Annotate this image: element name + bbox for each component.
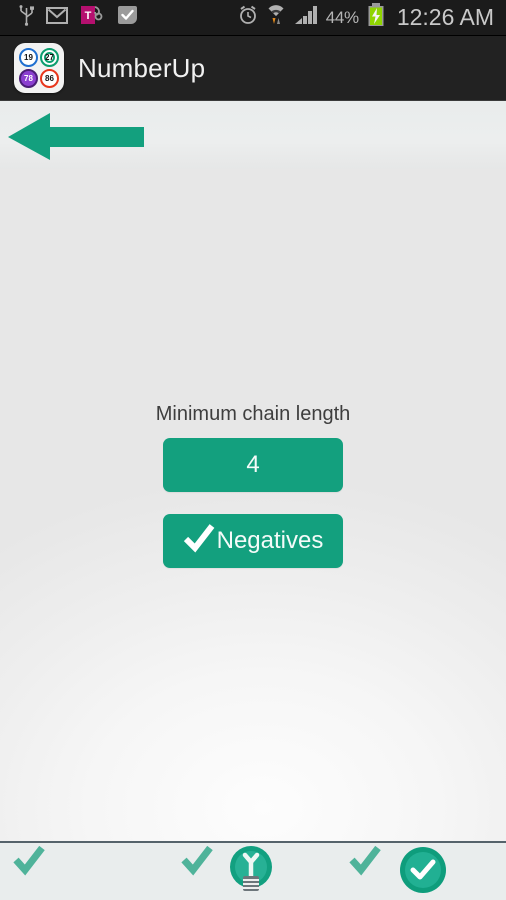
check-icon — [183, 523, 215, 560]
bottom-toolbar: Rem — [0, 841, 506, 900]
alarm-clock-icon — [238, 5, 258, 30]
battery-percent-label: 44% — [325, 8, 359, 27]
gmail-icon — [46, 6, 68, 29]
tmobile-tag-icon: T — [79, 3, 105, 32]
icon-ball-19: 19 — [19, 48, 38, 67]
status-bar-right-icons: 44% 12:26 AM — [238, 3, 506, 32]
check-icon-2[interactable] — [180, 845, 214, 881]
check-badge-icon — [116, 4, 139, 31]
min-chain-length-button[interactable]: 4 — [163, 438, 343, 492]
negatives-toggle-button[interactable]: Negatives — [163, 514, 343, 568]
icon-ball-27: 27 — [40, 48, 59, 67]
app-bar: 19 27 78 86 NumberUp — [0, 36, 506, 101]
status-bar: T 44% 12:26 AM — [0, 0, 506, 36]
cellular-signal-icon — [294, 5, 318, 30]
min-chain-length-value: 4 — [246, 451, 260, 478]
usb-icon — [18, 4, 35, 31]
lightbulb-icon[interactable] — [228, 843, 274, 900]
status-bar-left-icons: T — [0, 3, 139, 32]
negatives-label: Negatives — [216, 527, 324, 554]
app-title: NumberUp — [78, 52, 206, 83]
wifi-data-transfer-icon — [266, 4, 286, 31]
icon-ball-86: 86 — [40, 69, 59, 88]
phone-screen: T 44% 12:26 AM 19 27 78 86 NumberUp Mini… — [0, 0, 506, 900]
check-icon-3[interactable] — [348, 845, 382, 881]
settings-group: Minimum chain length 4 Negatives — [0, 404, 506, 568]
arrow-left-icon[interactable] — [8, 113, 144, 165]
icon-ball-78: 78 — [19, 69, 38, 88]
back-arrow-bar[interactable] — [0, 101, 506, 169]
check-icon-1[interactable] — [12, 845, 46, 881]
app-icon[interactable]: 19 27 78 86 — [14, 43, 64, 93]
battery-charging-icon — [367, 3, 385, 32]
clock-label: 12:26 AM — [396, 4, 494, 30]
svg-text:T: T — [85, 10, 92, 22]
min-chain-length-label: Minimum chain length — [155, 403, 351, 425]
main-content: Minimum chain length 4 Negatives — [0, 169, 506, 841]
check-circle-icon[interactable] — [399, 846, 447, 899]
